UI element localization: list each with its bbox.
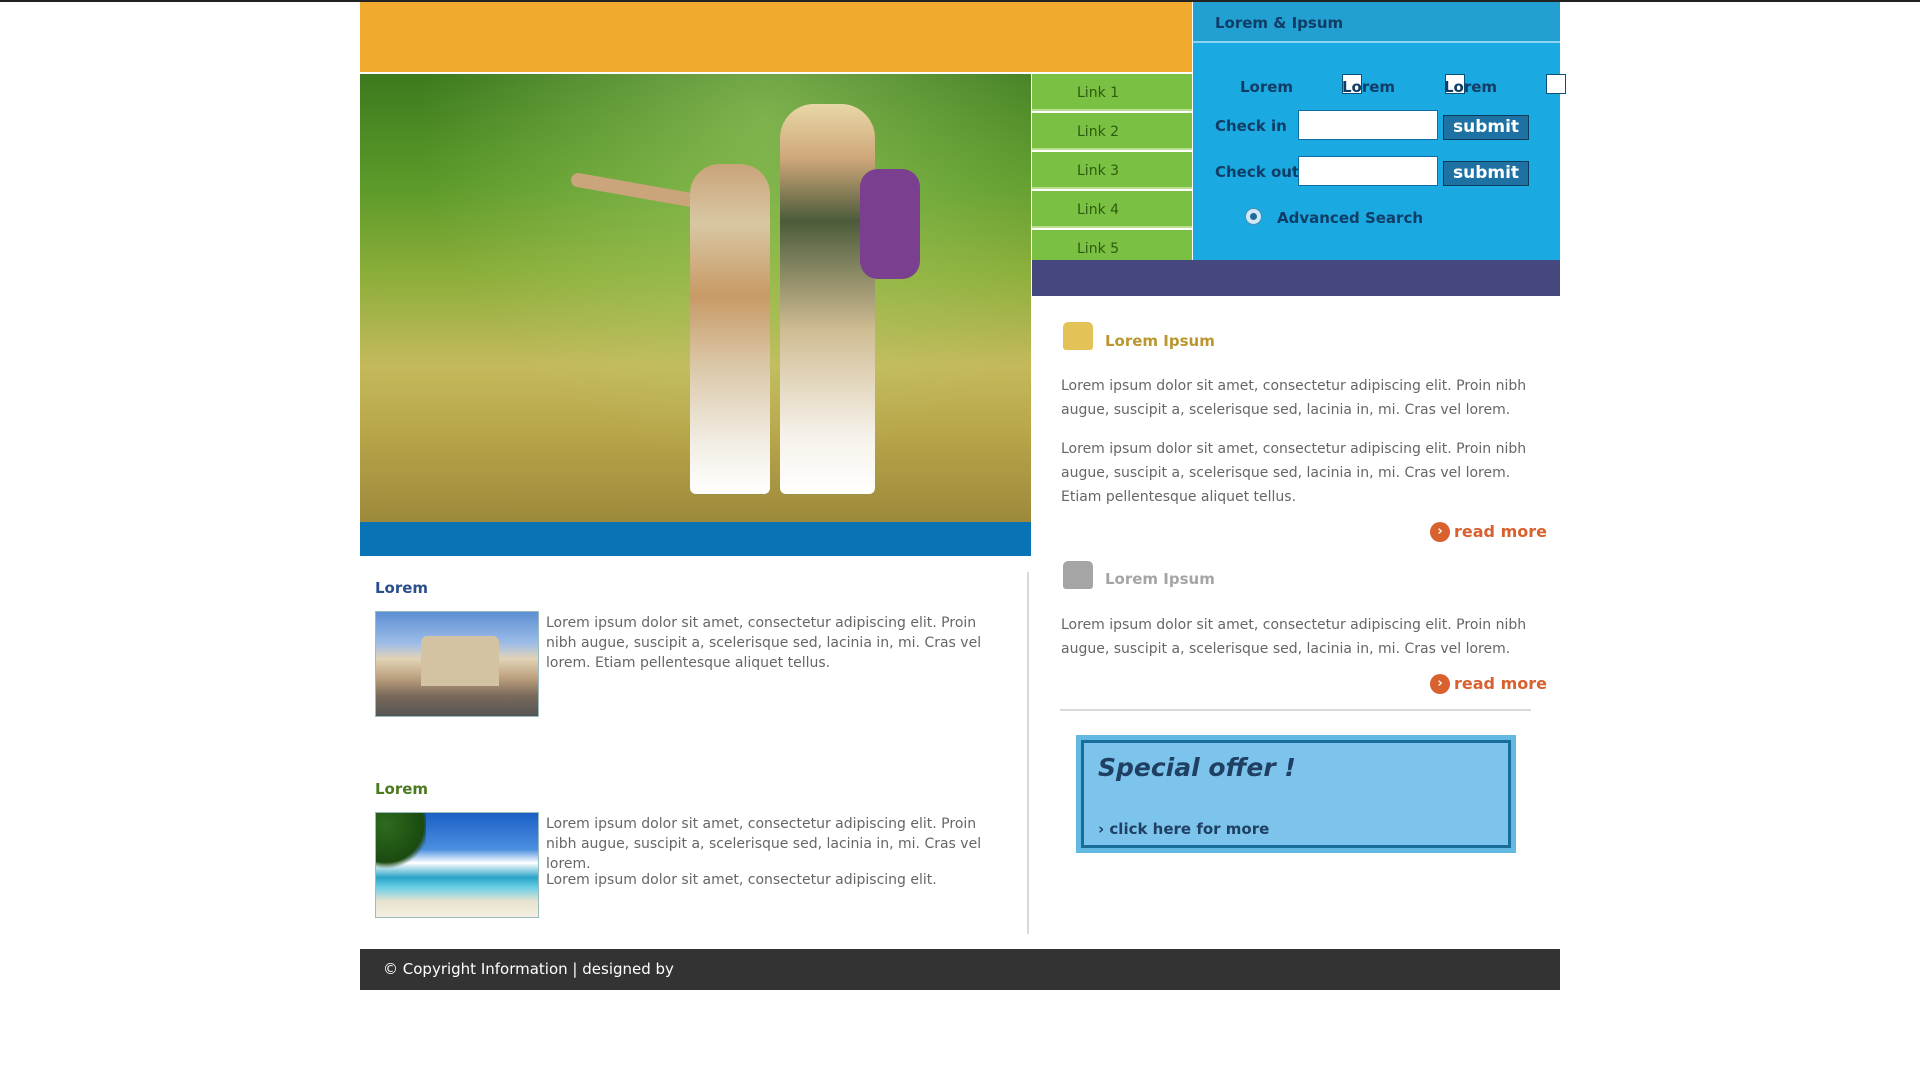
left-section-1-text: Lorem ipsum dolor sit amet, consectetur …	[546, 615, 982, 671]
content-header-strip	[1032, 260, 1560, 296]
header-banner	[360, 2, 1192, 72]
left-section-2-text-1: Lorem ipsum dolor sit amet, consectetur …	[546, 816, 982, 872]
footer: © Copyright Information | designed by	[360, 949, 1560, 990]
radio-icon[interactable]	[1245, 208, 1262, 225]
booking-option-checkbox[interactable]	[1546, 74, 1566, 94]
hero-caption-strip	[360, 522, 1031, 556]
check-in-submit-button[interactable]: submit	[1443, 115, 1529, 140]
booking-title: Lorem & Ipsum	[1193, 2, 1560, 43]
nav-link-3[interactable]: Link 3	[1032, 152, 1192, 189]
caret-right-icon: ›	[1098, 820, 1110, 838]
read-more-label: read more	[1454, 522, 1547, 541]
hero-image	[360, 74, 1031, 522]
check-out-row: Check out submit	[1193, 156, 1560, 188]
beach-tree	[376, 813, 426, 873]
check-in-row: Check in submit	[1193, 110, 1560, 142]
article-2-text-1: Lorem ipsum dolor sit amet, consectetur …	[1061, 617, 1527, 657]
advanced-search-label: Advanced Search	[1277, 209, 1424, 227]
check-in-label: Check in	[1215, 117, 1287, 135]
booking-option-label: Lorem	[1444, 78, 1498, 96]
special-offer-title: Special offer !	[1098, 753, 1296, 782]
read-more-label: read more	[1454, 674, 1547, 693]
booking-option-label: Lorem	[1342, 78, 1396, 96]
arrow-right-icon: ›	[1430, 674, 1450, 694]
nav-link-1[interactable]: Link 1	[1032, 74, 1192, 111]
column-divider	[1027, 572, 1029, 934]
bag-icon	[1063, 322, 1093, 350]
check-out-input[interactable]	[1298, 156, 1438, 186]
nav-link-2[interactable]: Link 2	[1032, 113, 1192, 150]
article-2-read-more[interactable]: › read more	[1430, 673, 1547, 695]
castle-tower	[421, 636, 499, 686]
article-1-title: Lorem Ipsum	[1105, 332, 1215, 350]
article-1-read-more[interactable]: › read more	[1430, 521, 1547, 543]
booking-panel: Lorem & Ipsum Lorem Lorem Lorem Check in…	[1193, 2, 1566, 260]
booking-options: Lorem Lorem Lorem	[1193, 74, 1566, 98]
nav-link-5[interactable]: Link 5	[1032, 230, 1192, 260]
check-in-input[interactable]	[1298, 110, 1438, 140]
footer-copyright: © Copyright Information | designed by	[383, 960, 674, 978]
special-offer-inner: Special offer ! › click here for more	[1081, 740, 1511, 848]
article-1-text-2: Lorem ipsum dolor sit amet, consectetur …	[1061, 441, 1527, 505]
booking-option-label: Lorem	[1240, 78, 1294, 96]
right-column-divider	[1060, 709, 1531, 711]
nav-link-4[interactable]: Link 4	[1032, 191, 1192, 228]
left-section-2-text-2: Lorem ipsum dolor sit amet, consectetur …	[546, 872, 937, 888]
beach-thumbnail[interactable]	[375, 812, 539, 918]
special-offer-link[interactable]: › click here for more	[1098, 820, 1269, 838]
article-2-title: Lorem Ipsum	[1105, 570, 1215, 588]
left-section-2-title: Lorem	[375, 780, 429, 798]
check-out-label: Check out	[1215, 163, 1300, 181]
special-offer-banner[interactable]: Special offer ! › click here for more	[1076, 735, 1516, 853]
hero-hiker-2	[780, 104, 875, 494]
castle-thumbnail[interactable]	[375, 611, 539, 717]
check-out-submit-button[interactable]: submit	[1443, 161, 1529, 186]
special-offer-link-label: click here for more	[1109, 820, 1270, 838]
side-nav: Link 1 Link 2 Link 3 Link 4 Link 5	[1032, 74, 1192, 260]
article-1-text-1: Lorem ipsum dolor sit amet, consectetur …	[1061, 378, 1527, 418]
bag-icon	[1063, 561, 1093, 589]
hero-hiker-1	[690, 164, 770, 494]
hero-backpack	[860, 169, 920, 279]
page-container: Lorem & Ipsum Lorem Lorem Lorem Check in…	[360, 2, 1566, 992]
left-section-1-title: Lorem	[375, 579, 429, 597]
arrow-right-icon: ›	[1430, 522, 1450, 542]
